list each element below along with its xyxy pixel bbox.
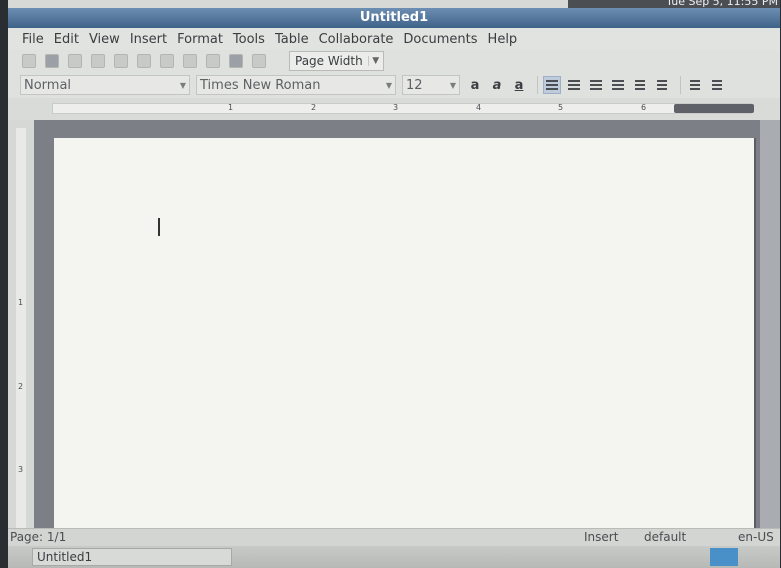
zoom-combo[interactable]: Page Width ▼ (289, 51, 384, 71)
ruler-number: 1 (18, 298, 24, 307)
align-center-icon[interactable] (565, 76, 583, 94)
justify-icon[interactable] (609, 76, 627, 94)
print-icon[interactable] (91, 54, 105, 68)
font-value: Times New Roman (200, 77, 321, 93)
page-indicator: Page: 1/1 (10, 530, 67, 544)
menu-documents[interactable]: Documents (403, 32, 477, 47)
chevron-down-icon[interactable]: ▼ (383, 81, 395, 90)
save-as-icon[interactable] (68, 54, 82, 68)
paste-icon[interactable] (229, 54, 243, 68)
ruler-number: 1 (228, 103, 234, 112)
undo-icon[interactable] (137, 54, 151, 68)
menu-file[interactable]: File (22, 32, 44, 47)
system-top-panel: Tue Sep 5, 11:55 PM (568, 0, 780, 8)
ruler-number: 3 (393, 103, 399, 112)
ruler-number: 4 (476, 103, 482, 112)
chevron-down-icon[interactable]: ▼ (367, 56, 383, 66)
menu-table[interactable]: Table (275, 32, 309, 47)
chevron-down-icon[interactable]: ▼ (177, 81, 189, 90)
bold-icon[interactable]: a (466, 76, 484, 94)
font-size-value: 12 (406, 77, 423, 93)
align-right-icon[interactable] (587, 76, 605, 94)
horizontal-ruler[interactable]: 1 2 3 4 5 6 7 (8, 98, 780, 120)
menu-tools[interactable]: Tools (233, 32, 265, 47)
menu-collaborate[interactable]: Collaborate (319, 32, 394, 47)
ruler-number: 2 (311, 103, 317, 112)
standard-toolbar: Page Width ▼ (8, 50, 780, 72)
ruler-number: 6 (641, 103, 647, 112)
vertical-scrollbar[interactable] (760, 120, 780, 530)
menu-view[interactable]: View (89, 32, 120, 47)
numbered-list-icon[interactable] (653, 76, 671, 94)
font-combo[interactable]: Times New Roman ▼ (196, 75, 396, 95)
zoom-value: Page Width (295, 54, 363, 68)
menu-insert[interactable]: Insert (130, 32, 167, 47)
italic-icon[interactable]: a (488, 76, 506, 94)
window-title: Untitled1 (359, 10, 429, 25)
document-area (34, 120, 780, 530)
ruler-number: 3 (18, 465, 24, 474)
copy-icon[interactable] (206, 54, 220, 68)
taskbar: Untitled1 (8, 546, 780, 568)
bullet-list-icon[interactable] (631, 76, 649, 94)
language-indicator: en-US (738, 530, 774, 544)
cut-icon[interactable] (183, 54, 197, 68)
screen: Tue Sep 5, 11:55 PM Untitled1 File Edit … (8, 0, 780, 568)
chevron-down-icon[interactable]: ▼ (447, 81, 459, 90)
menu-help[interactable]: Help (488, 32, 518, 47)
text-cursor (158, 218, 160, 236)
right-margin-marker[interactable] (674, 104, 754, 113)
vertical-ruler[interactable]: 1 2 3 (8, 120, 34, 530)
style-indicator: default (644, 530, 687, 544)
menu-edit[interactable]: Edit (54, 32, 79, 47)
align-left-icon[interactable] (543, 76, 561, 94)
save-icon[interactable] (45, 54, 59, 68)
font-size-combo[interactable]: 12 ▼ (402, 75, 460, 95)
document-page[interactable] (54, 138, 754, 530)
format-painter-icon[interactable] (252, 54, 266, 68)
ruler-number: 5 (558, 103, 564, 112)
status-bar: Page: 1/1 Insert default en-US (8, 528, 780, 546)
clock[interactable]: Tue Sep 5, 11:55 PM (666, 0, 778, 8)
style-value: Normal (24, 77, 72, 93)
new-document-icon[interactable] (22, 54, 36, 68)
insert-mode: Insert (584, 530, 619, 544)
style-combo[interactable]: Normal ▼ (20, 75, 190, 95)
menubar: File Edit View Insert Format Tools Table… (8, 28, 780, 50)
taskbar-window-button[interactable]: Untitled1 (32, 548, 232, 566)
ruler-strip: 1 2 3 4 5 6 7 (52, 103, 752, 114)
window-titlebar[interactable]: Untitled1 (8, 8, 780, 28)
increase-indent-icon[interactable] (708, 76, 726, 94)
menu-format[interactable]: Format (177, 32, 223, 47)
ruler-number: 2 (18, 382, 24, 391)
decrease-indent-icon[interactable] (686, 76, 704, 94)
underline-icon[interactable]: a (510, 76, 528, 94)
toolbar-separator (680, 76, 681, 94)
format-toolbar: Normal ▼ Times New Roman ▼ 12 ▼ a a a (8, 72, 780, 98)
toolbar-separator (537, 76, 538, 94)
taskbar-window-label: Untitled1 (37, 550, 93, 564)
print-preview-icon[interactable] (114, 54, 128, 68)
redo-icon[interactable] (160, 54, 174, 68)
workspace-switcher-icon[interactable] (710, 548, 738, 566)
